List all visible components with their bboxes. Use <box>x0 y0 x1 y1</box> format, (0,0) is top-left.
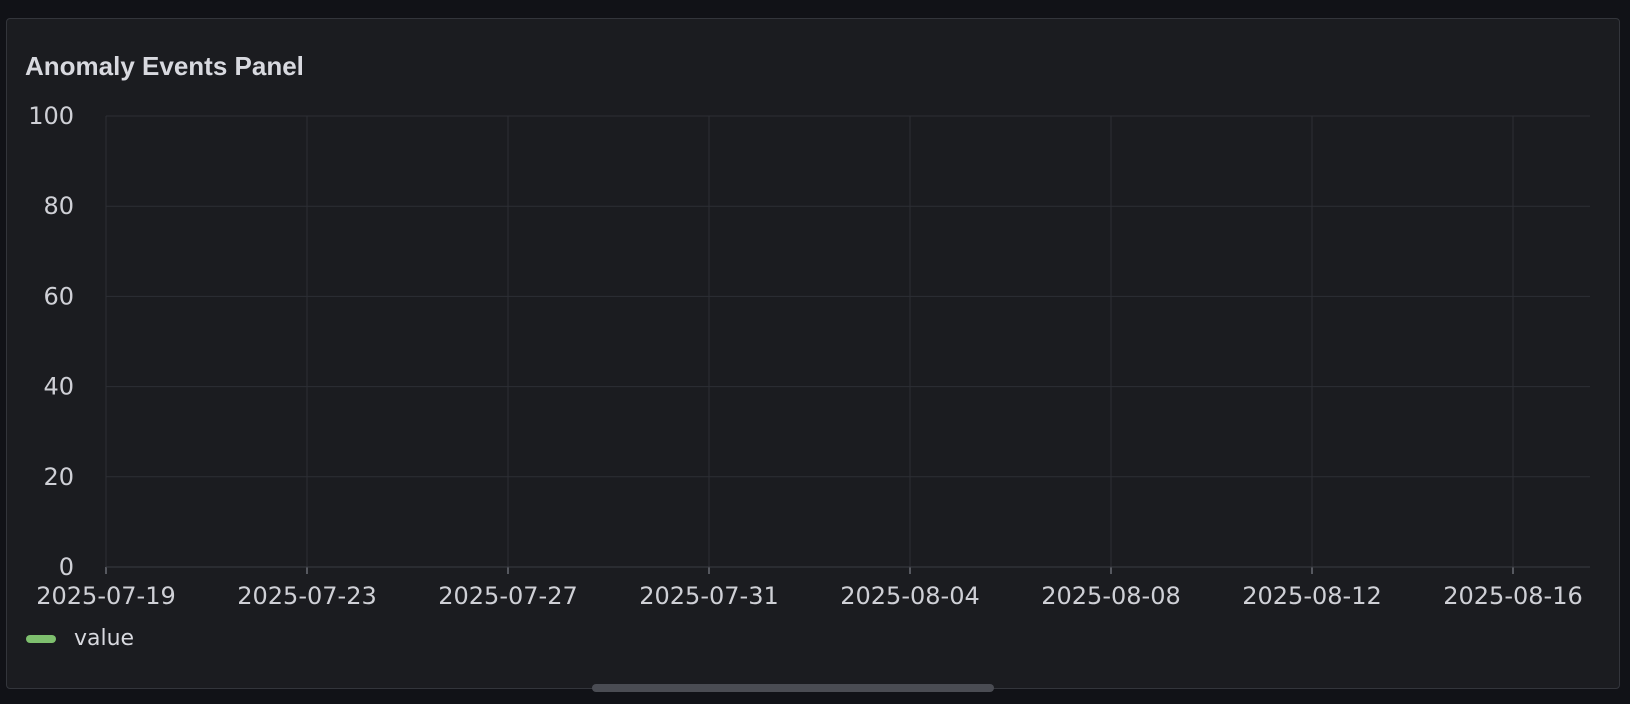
x-tick-label: 2025-08-12 <box>1242 582 1381 610</box>
x-tick-label: 2025-07-31 <box>639 582 778 610</box>
y-tick-label: 0 <box>59 553 74 581</box>
x-tick-label: 2025-08-04 <box>840 582 979 610</box>
chart-legend: value <box>26 626 134 651</box>
y-tick-label: 60 <box>43 282 74 310</box>
y-tick-label: 80 <box>43 192 74 220</box>
y-tick-label: 40 <box>43 373 74 401</box>
y-tick-label: 20 <box>43 463 74 491</box>
x-tick-label: 2025-08-16 <box>1443 582 1582 610</box>
y-tick-label: 100 <box>28 102 74 130</box>
legend-swatch-value <box>26 634 56 643</box>
legend-item-value[interactable]: value <box>74 626 134 651</box>
x-tick-label: 2025-08-08 <box>1041 582 1180 610</box>
horizontal-scrollbar[interactable] <box>592 684 994 692</box>
time-series-chart: 0 20 40 60 80 100 2025-07-19 2025-07-23 2025-07-… <box>28 102 1590 610</box>
x-tick-label: 2025-07-27 <box>438 582 577 610</box>
x-tick-label: 2025-07-19 <box>36 582 175 610</box>
x-tick-label: 2025-07-23 <box>237 582 376 610</box>
